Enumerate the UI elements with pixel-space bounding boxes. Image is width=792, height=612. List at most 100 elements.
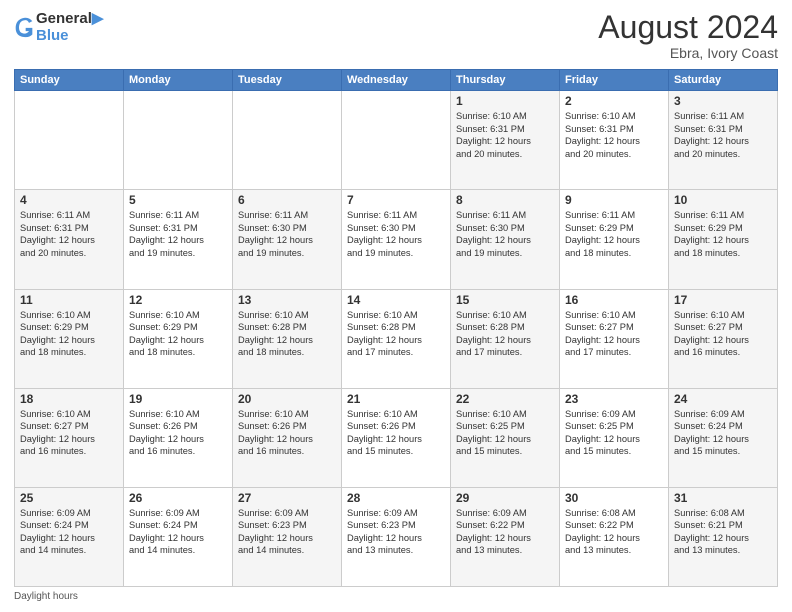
day-number: 18: [20, 392, 118, 406]
col-thursday: Thursday: [451, 70, 560, 91]
day-cell-2-2: 13 Sunrise: 6:10 AM Sunset: 6:28 PM Dayli…: [233, 289, 342, 388]
day-cell-4-3: 28 Sunrise: 6:09 AM Sunset: 6:23 PM Dayli…: [342, 487, 451, 586]
logo: General▶ Blue: [14, 10, 103, 45]
logo-text: General▶ Blue: [36, 10, 103, 45]
day-number: 17: [674, 293, 772, 307]
day-info: Sunrise: 6:09 AM Sunset: 6:23 PM Dayligh…: [238, 507, 336, 557]
col-wednesday: Wednesday: [342, 70, 451, 91]
day-number: 11: [20, 293, 118, 307]
day-number: 16: [565, 293, 663, 307]
col-saturday: Saturday: [669, 70, 778, 91]
day-cell-3-3: 21 Sunrise: 6:10 AM Sunset: 6:26 PM Dayli…: [342, 388, 451, 487]
day-number: 24: [674, 392, 772, 406]
day-info: Sunrise: 6:10 AM Sunset: 6:28 PM Dayligh…: [347, 309, 445, 359]
day-number: 4: [20, 193, 118, 207]
day-cell-2-5: 16 Sunrise: 6:10 AM Sunset: 6:27 PM Dayli…: [560, 289, 669, 388]
day-info: Sunrise: 6:09 AM Sunset: 6:23 PM Dayligh…: [347, 507, 445, 557]
day-info: Sunrise: 6:11 AM Sunset: 6:31 PM Dayligh…: [129, 209, 227, 259]
day-cell-4-6: 31 Sunrise: 6:08 AM Sunset: 6:21 PM Dayli…: [669, 487, 778, 586]
week-row-5: 25 Sunrise: 6:09 AM Sunset: 6:24 PM Dayli…: [15, 487, 778, 586]
calendar-header-row: Sunday Monday Tuesday Wednesday Thursday…: [15, 70, 778, 91]
col-sunday: Sunday: [15, 70, 124, 91]
day-cell-2-0: 11 Sunrise: 6:10 AM Sunset: 6:29 PM Dayli…: [15, 289, 124, 388]
day-number: 12: [129, 293, 227, 307]
day-cell-1-3: 7Sunrise: 6:11 AM Sunset: 6:30 PM Daylig…: [342, 190, 451, 289]
day-cell-1-6: 10Sunrise: 6:11 AM Sunset: 6:29 PM Dayli…: [669, 190, 778, 289]
day-info: Sunrise: 6:11 AM Sunset: 6:29 PM Dayligh…: [565, 209, 663, 259]
footer-note: Daylight hours: [14, 591, 778, 602]
day-number: 15: [456, 293, 554, 307]
day-info: Sunrise: 6:10 AM Sunset: 6:26 PM Dayligh…: [238, 408, 336, 458]
day-info: Sunrise: 6:10 AM Sunset: 6:28 PM Dayligh…: [238, 309, 336, 359]
col-friday: Friday: [560, 70, 669, 91]
day-number: 10: [674, 193, 772, 207]
title-block: August 2024 Ebra, Ivory Coast: [598, 10, 778, 61]
day-cell-2-6: 17 Sunrise: 6:10 AM Sunset: 6:27 PM Dayli…: [669, 289, 778, 388]
day-cell-4-0: 25 Sunrise: 6:09 AM Sunset: 6:24 PM Dayli…: [15, 487, 124, 586]
day-cell-2-1: 12Sunrise: 6:10 AM Sunset: 6:29 PM Dayli…: [124, 289, 233, 388]
day-number: 3: [674, 94, 772, 108]
day-info: Sunrise: 6:11 AM Sunset: 6:31 PM Dayligh…: [674, 110, 772, 160]
day-number: 27: [238, 491, 336, 505]
day-cell-0-5: 2 Sunrise: 6:10 AM Sunset: 6:31 PM Daylig…: [560, 91, 669, 190]
calendar-table: Sunday Monday Tuesday Wednesday Thursday…: [14, 69, 778, 587]
day-number: 28: [347, 491, 445, 505]
day-number: 20: [238, 392, 336, 406]
col-tuesday: Tuesday: [233, 70, 342, 91]
week-row-4: 18 Sunrise: 6:10 AM Sunset: 6:27 PM Dayli…: [15, 388, 778, 487]
week-row-3: 11 Sunrise: 6:10 AM Sunset: 6:29 PM Dayli…: [15, 289, 778, 388]
day-cell-0-3: [342, 91, 451, 190]
day-cell-3-5: 23Sunrise: 6:09 AM Sunset: 6:25 PM Dayli…: [560, 388, 669, 487]
day-number: 7: [347, 193, 445, 207]
day-info: Sunrise: 6:08 AM Sunset: 6:22 PM Dayligh…: [565, 507, 663, 557]
day-cell-4-2: 27 Sunrise: 6:09 AM Sunset: 6:23 PM Dayli…: [233, 487, 342, 586]
day-cell-1-1: 5Sunrise: 6:11 AM Sunset: 6:31 PM Daylig…: [124, 190, 233, 289]
week-row-2: 4 Sunrise: 6:11 AM Sunset: 6:31 PM Daylig…: [15, 190, 778, 289]
day-info: Sunrise: 6:11 AM Sunset: 6:31 PM Dayligh…: [20, 209, 118, 259]
day-cell-0-0: [15, 91, 124, 190]
day-info: Sunrise: 6:11 AM Sunset: 6:30 PM Dayligh…: [238, 209, 336, 259]
day-number: 13: [238, 293, 336, 307]
day-cell-0-2: [233, 91, 342, 190]
day-info: Sunrise: 6:09 AM Sunset: 6:24 PM Dayligh…: [20, 507, 118, 557]
day-number: 2: [565, 94, 663, 108]
day-info: Sunrise: 6:10 AM Sunset: 6:29 PM Dayligh…: [20, 309, 118, 359]
day-cell-3-2: 20 Sunrise: 6:10 AM Sunset: 6:26 PM Dayli…: [233, 388, 342, 487]
page: General▶ Blue August 2024 Ebra, Ivory Co…: [0, 0, 792, 612]
day-cell-2-4: 15 Sunrise: 6:10 AM Sunset: 6:28 PM Dayli…: [451, 289, 560, 388]
week-row-1: 1Sunrise: 6:10 AM Sunset: 6:31 PM Daylig…: [15, 91, 778, 190]
day-number: 8: [456, 193, 554, 207]
day-cell-3-6: 24 Sunrise: 6:09 AM Sunset: 6:24 PM Dayli…: [669, 388, 778, 487]
logo-icon: [14, 16, 34, 38]
day-number: 19: [129, 392, 227, 406]
day-cell-1-2: 6Sunrise: 6:11 AM Sunset: 6:30 PM Daylig…: [233, 190, 342, 289]
day-number: 22: [456, 392, 554, 406]
day-cell-1-5: 9 Sunrise: 6:11 AM Sunset: 6:29 PM Daylig…: [560, 190, 669, 289]
day-cell-1-4: 8Sunrise: 6:11 AM Sunset: 6:30 PM Daylig…: [451, 190, 560, 289]
day-cell-4-4: 29Sunrise: 6:09 AM Sunset: 6:22 PM Dayli…: [451, 487, 560, 586]
day-info: Sunrise: 6:09 AM Sunset: 6:24 PM Dayligh…: [129, 507, 227, 557]
day-cell-0-6: 3 Sunrise: 6:11 AM Sunset: 6:31 PM Daylig…: [669, 91, 778, 190]
day-info: Sunrise: 6:10 AM Sunset: 6:28 PM Dayligh…: [456, 309, 554, 359]
day-number: 9: [565, 193, 663, 207]
day-cell-4-1: 26Sunrise: 6:09 AM Sunset: 6:24 PM Dayli…: [124, 487, 233, 586]
day-number: 29: [456, 491, 554, 505]
day-info: Sunrise: 6:10 AM Sunset: 6:26 PM Dayligh…: [129, 408, 227, 458]
day-number: 30: [565, 491, 663, 505]
day-number: 21: [347, 392, 445, 406]
day-info: Sunrise: 6:10 AM Sunset: 6:26 PM Dayligh…: [347, 408, 445, 458]
day-info: Sunrise: 6:10 AM Sunset: 6:27 PM Dayligh…: [20, 408, 118, 458]
month-year: August 2024: [598, 10, 778, 45]
day-cell-4-5: 30 Sunrise: 6:08 AM Sunset: 6:22 PM Dayli…: [560, 487, 669, 586]
day-cell-3-1: 19 Sunrise: 6:10 AM Sunset: 6:26 PM Dayli…: [124, 388, 233, 487]
day-number: 14: [347, 293, 445, 307]
day-number: 25: [20, 491, 118, 505]
day-info: Sunrise: 6:09 AM Sunset: 6:24 PM Dayligh…: [674, 408, 772, 458]
day-cell-0-4: 1Sunrise: 6:10 AM Sunset: 6:31 PM Daylig…: [451, 91, 560, 190]
day-number: 31: [674, 491, 772, 505]
day-info: Sunrise: 6:10 AM Sunset: 6:31 PM Dayligh…: [565, 110, 663, 160]
location: Ebra, Ivory Coast: [598, 45, 778, 61]
day-info: Sunrise: 6:10 AM Sunset: 6:27 PM Dayligh…: [565, 309, 663, 359]
day-info: Sunrise: 6:10 AM Sunset: 6:27 PM Dayligh…: [674, 309, 772, 359]
day-info: Sunrise: 6:08 AM Sunset: 6:21 PM Dayligh…: [674, 507, 772, 557]
